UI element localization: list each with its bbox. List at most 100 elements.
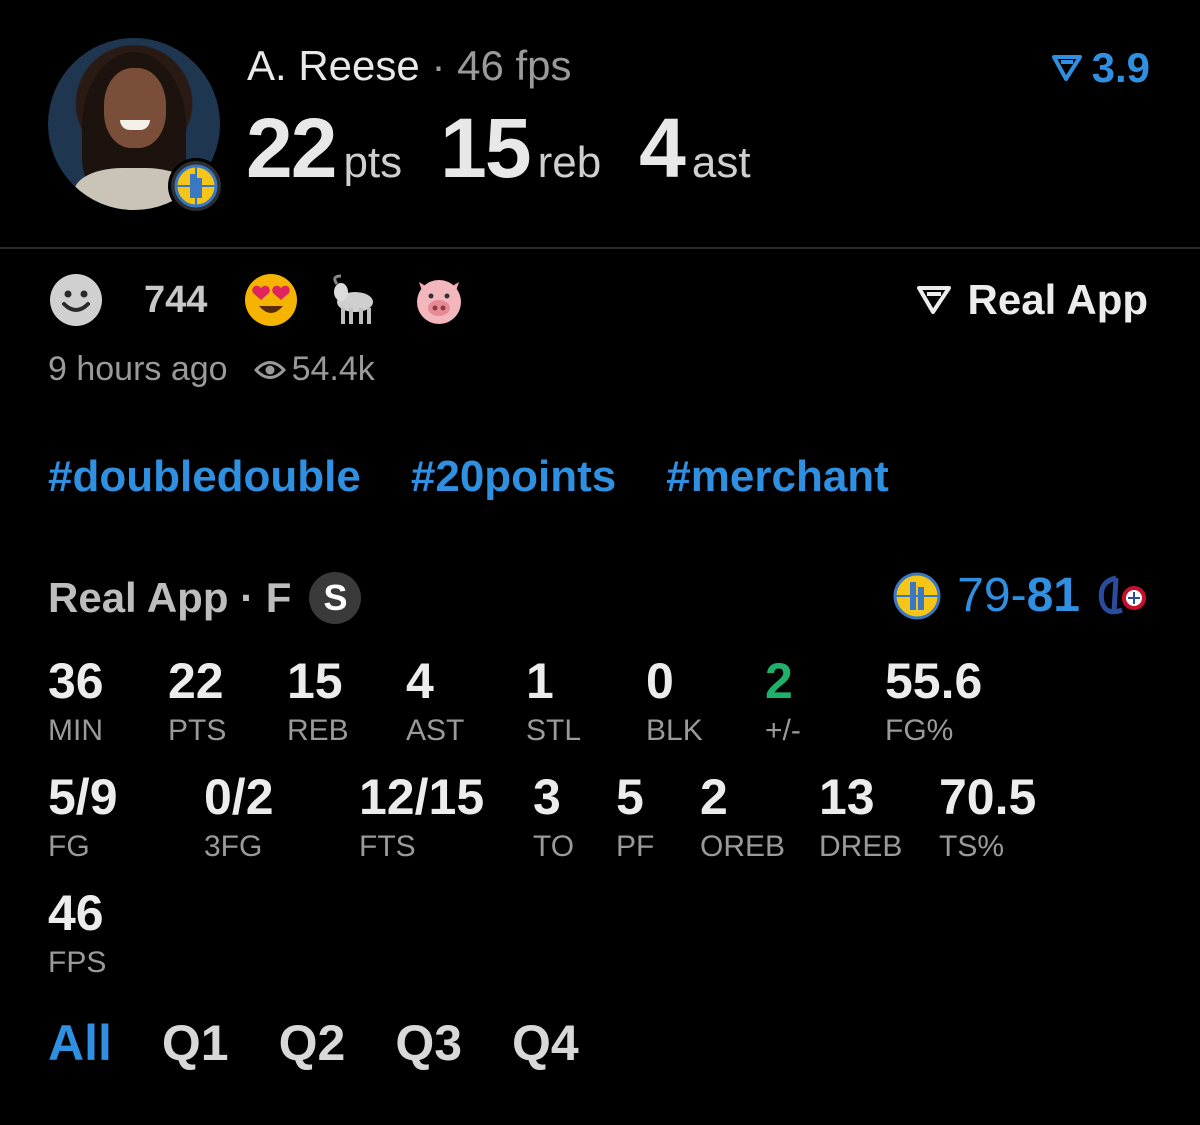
stat-3fg: 0/2 3FG	[204, 772, 274, 864]
stat-fg-pct: 55.6 FG%	[885, 656, 982, 748]
headline-stats: 22 pts 15 reb 4 ast	[246, 100, 789, 197]
stat-value: 4	[406, 653, 434, 709]
player-header: A. Reese · 46 fps 22 pts 15 reb 4 ast 3.…	[0, 0, 1200, 248]
stat-fts: 12/15 FTS	[359, 772, 484, 864]
view-count-value: 54.4k	[291, 350, 375, 388]
stat-label: REB	[287, 714, 349, 747]
stat-label: OREB	[700, 830, 786, 863]
stat-value: 0/2	[204, 769, 274, 825]
player-name[interactable]: A. Reese	[247, 42, 420, 89]
stat-label: STL	[526, 714, 582, 747]
score-dash: -	[1010, 569, 1027, 622]
stat-pf: 5 PF	[616, 772, 654, 864]
stat-value: 36	[48, 653, 104, 709]
source-link[interactable]: Real App	[916, 276, 1148, 324]
reactions-bar: 744	[48, 272, 495, 328]
tab-q4[interactable]: Q4	[512, 1014, 579, 1072]
stat-pts: 22 PTS	[168, 656, 226, 748]
headline-ast-value: 4	[639, 101, 686, 195]
smiley-icon[interactable]	[48, 272, 104, 328]
tab-q1[interactable]: Q1	[162, 1014, 229, 1072]
rating-badge[interactable]: 3.9	[1051, 44, 1150, 92]
stat-label: MIN	[48, 714, 103, 747]
stat-value: 55.6	[885, 653, 983, 709]
source-label: Real App	[967, 276, 1148, 323]
tab-q3[interactable]: Q3	[395, 1014, 462, 1072]
quarter-tabs: All Q1 Q2 Q3 Q4	[48, 1014, 629, 1072]
stat-label: PF	[616, 830, 655, 863]
stat-value: 22	[168, 653, 224, 709]
stat-label: FG%	[885, 714, 954, 747]
eye-icon	[253, 360, 286, 379]
headline-pts-unit: pts	[343, 138, 403, 187]
goat-emoji-icon[interactable]	[327, 272, 383, 328]
stat-value: 2	[700, 769, 728, 825]
game-score[interactable]: 79 - 81	[893, 568, 1152, 623]
stat-ts-pct: 70.5 TS%	[939, 772, 1036, 864]
stat-label: TO	[533, 830, 575, 863]
time-ago: 9 hours ago	[48, 350, 228, 388]
stat-dreb: 13 DREB	[819, 772, 902, 864]
headline-ast-unit: ast	[691, 138, 751, 187]
stat-min: 36 MIN	[48, 656, 104, 748]
stat-value: 1	[526, 653, 554, 709]
tab-all[interactable]: All	[48, 1014, 112, 1072]
score-right: 81	[1026, 569, 1080, 622]
stat-value: 12/15	[359, 769, 485, 825]
header-divider	[0, 247, 1200, 249]
stat-to: 3 TO	[533, 772, 574, 864]
stat-value: 2	[765, 653, 793, 709]
team-logo-icon	[168, 158, 224, 214]
sky-team-logo-icon	[893, 572, 941, 619]
stat-value: 5	[616, 769, 644, 825]
hashtags: #doubledouble #20points #merchant	[48, 452, 939, 502]
stat-label: BLK	[646, 714, 703, 747]
stat-value: 46	[48, 885, 104, 941]
stat-label: DREB	[819, 830, 903, 863]
real-logo-icon	[916, 286, 951, 314]
stat-label: AST	[406, 714, 465, 747]
reaction-count: 744	[144, 278, 208, 321]
tab-q2[interactable]: Q2	[279, 1014, 346, 1072]
stat-value: 5/9	[48, 769, 118, 825]
game-source: Real App · F S	[48, 572, 362, 624]
stat-label: PTS	[168, 714, 227, 747]
stat-plus-minus: 2 +/-	[765, 656, 801, 748]
stat-label: FPS	[48, 946, 107, 979]
stat-reb: 15 REB	[287, 656, 349, 748]
stat-label: FG	[48, 830, 90, 863]
headline-reb-value: 15	[440, 101, 531, 195]
headline-pts-value: 22	[246, 101, 337, 195]
player-title-line: A. Reese · 46 fps	[247, 42, 572, 90]
separator-dot: ·	[431, 42, 446, 89]
starter-badge: S	[309, 572, 362, 624]
stat-oreb: 2 OREB	[700, 772, 785, 864]
game-summary-row: Real App · F S 79 - 81	[48, 568, 1152, 628]
heart-eyes-emoji-icon[interactable]	[243, 272, 299, 328]
stat-value: 70.5	[939, 769, 1037, 825]
stat-label: TS%	[939, 830, 1005, 863]
post-meta: 9 hours ago 54.4k	[48, 350, 375, 389]
rating-value: 3.9	[1091, 44, 1150, 91]
view-count: 54.4k	[253, 350, 375, 389]
stat-value: 15	[287, 653, 343, 709]
headline-reb-unit: reb	[537, 138, 602, 187]
stat-ast: 4 AST	[406, 656, 464, 748]
pig-emoji-icon[interactable]	[411, 272, 467, 328]
stat-value: 3	[533, 769, 561, 825]
stat-blk: 0 BLK	[646, 656, 703, 748]
stat-label: 3FG	[204, 830, 263, 863]
stat-fps: 46 FPS	[48, 888, 106, 980]
game-source-label: Real App · F	[48, 574, 292, 621]
player-fps: 46 fps	[457, 42, 572, 89]
mystics-team-logo-icon	[1098, 575, 1146, 614]
score-left: 79	[957, 569, 1011, 622]
hashtag-merchant[interactable]: #merchant	[666, 452, 889, 502]
hashtag-20points[interactable]: #20points	[411, 452, 616, 502]
stat-label: +/-	[765, 714, 801, 747]
stat-value: 13	[819, 769, 875, 825]
real-logo-icon	[1051, 55, 1082, 81]
stat-value: 0	[646, 653, 674, 709]
hashtag-doubledouble[interactable]: #doubledouble	[48, 452, 361, 502]
stat-fg: 5/9 FG	[48, 772, 118, 864]
